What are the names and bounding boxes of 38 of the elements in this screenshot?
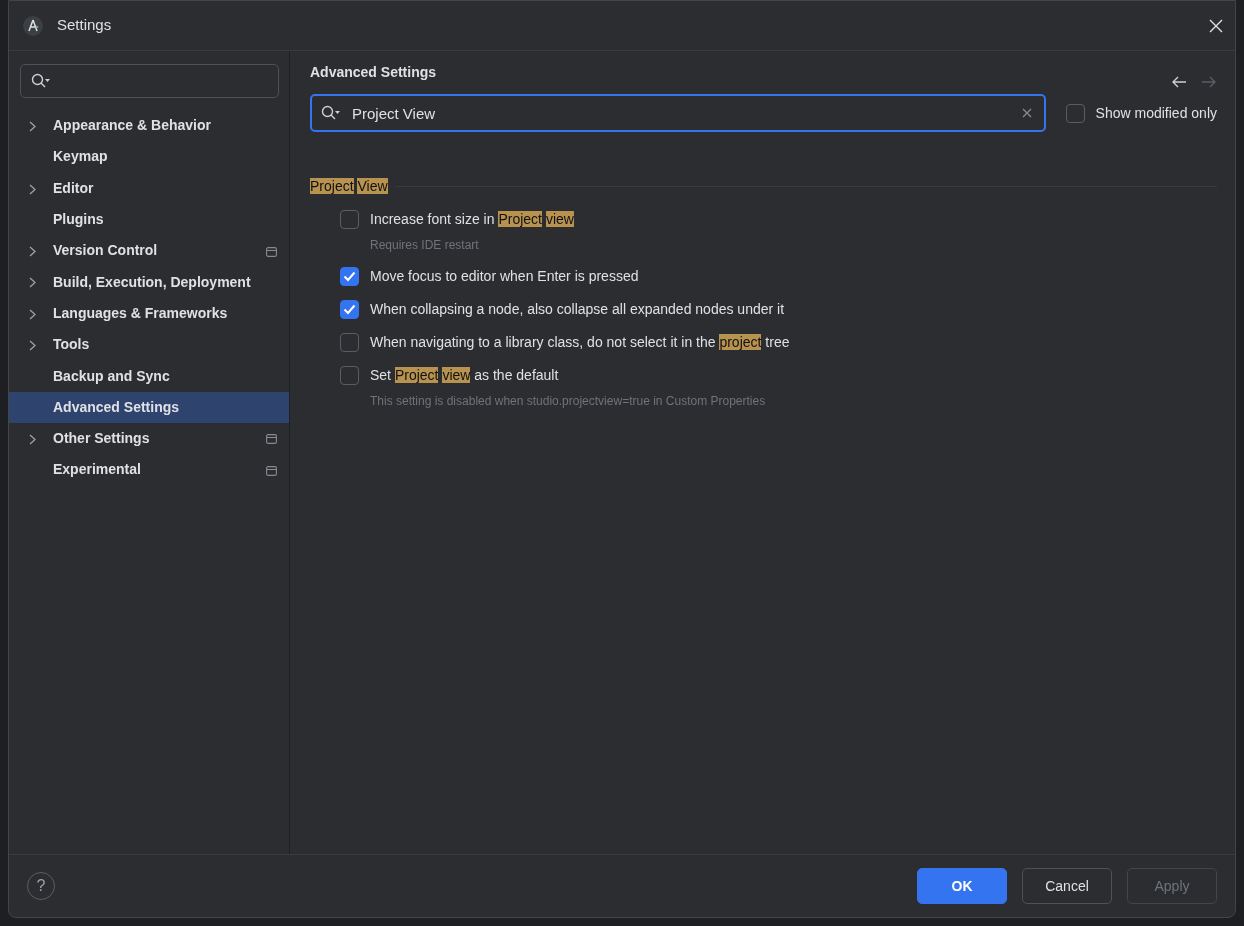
setting-label: When collapsing a node, also collapse all expanded nodes under it: [370, 300, 785, 319]
search-icon: [31, 73, 51, 89]
checkbox[interactable]: [340, 366, 359, 385]
section-title: Project View: [310, 177, 388, 196]
sidebar-item[interactable]: Build, Execution, Deployment: [9, 266, 289, 298]
checkbox[interactable]: [340, 333, 359, 352]
close-icon[interactable]: [1209, 18, 1223, 33]
sidebar-item[interactable]: Advanced Settings: [9, 391, 289, 423]
dialog-button[interactable]: OK: [917, 868, 1007, 904]
search-icon: [321, 105, 341, 121]
sidebar-item[interactable]: Appearance & Behavior: [9, 110, 289, 142]
sidebar-item[interactable]: Languages & Frameworks: [9, 297, 289, 330]
checkbox[interactable]: [340, 210, 359, 229]
setting-label: Increase font size in Project view: [370, 210, 574, 229]
checkbox[interactable]: [1065, 103, 1085, 123]
forward-arrow-icon[interactable]: [1201, 76, 1217, 88]
sidebar-item[interactable]: Plugins: [9, 203, 289, 236]
search-field[interactable]: [20, 64, 279, 98]
sidebar-item[interactable]: Editor: [9, 172, 289, 204]
checkbox[interactable]: [340, 300, 359, 319]
page-title: Advanced Settings: [310, 63, 437, 82]
dialog-button[interactable]: Cancel: [1022, 868, 1112, 904]
sidebar-item[interactable]: Other Settings: [9, 422, 289, 455]
sidebar-item[interactable]: Backup and Sync: [9, 360, 289, 392]
back-arrow-icon[interactable]: [1171, 76, 1187, 88]
sidebar-item[interactable]: Tools: [9, 329, 289, 361]
setting-note: Requires IDE restart: [370, 237, 480, 254]
app-logo-icon: [23, 15, 43, 36]
checkbox-label: Show modified only: [1095, 103, 1217, 123]
sidebar-item[interactable]: Keymap: [9, 141, 289, 173]
settings-search-field[interactable]: Project View: [310, 94, 1046, 132]
clear-icon[interactable]: [1021, 108, 1032, 118]
window-title: Settings: [57, 15, 112, 36]
setting-note: This setting is disabled when studio.projectview=true in Custom Properties: [370, 393, 767, 410]
sidebar-item[interactable]: Version Control: [9, 235, 289, 267]
sidebar-item[interactable]: Experimental: [9, 454, 289, 486]
checkbox[interactable]: [340, 267, 359, 286]
setting-label: Move focus to editor when Enter is pressed: [370, 267, 639, 286]
